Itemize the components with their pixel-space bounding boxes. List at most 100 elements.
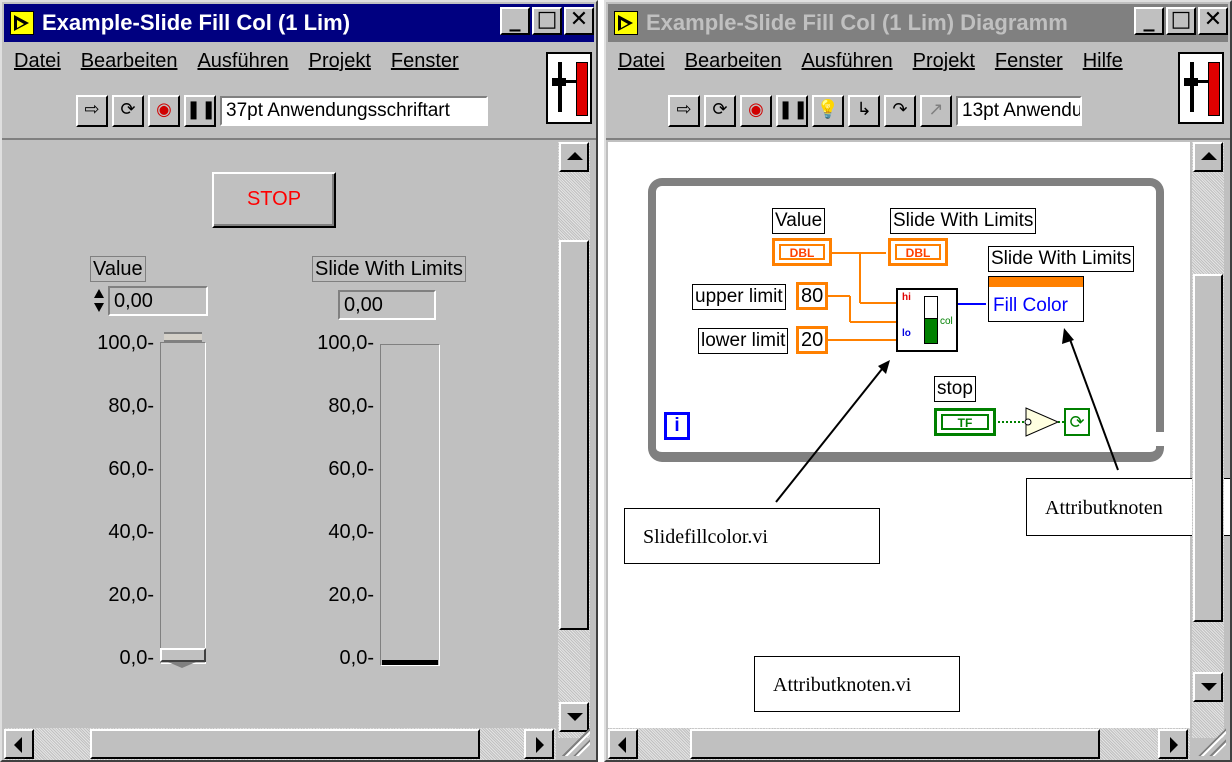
horizontal-scroll-thumb[interactable] xyxy=(690,729,1100,759)
slidefillcolor-subvi-icon[interactable]: hi lo col xyxy=(896,288,958,352)
highlight-execution-icon[interactable]: 💡 xyxy=(812,95,844,127)
vertical-scroll-thumb[interactable] xyxy=(559,240,589,630)
callout-slidefillcolor: Slidefillcolor.vi xyxy=(624,508,880,564)
step-over-icon[interactable]: ↷ xyxy=(884,95,916,127)
labview-vi-icon[interactable] xyxy=(10,11,34,35)
window-title: Example-Slide Fill Col (1 Lim) Diagramm xyxy=(646,10,1068,35)
menu-projekt[interactable]: Projekt xyxy=(913,50,975,84)
property-node[interactable]: Fill Color xyxy=(988,276,1084,322)
menu-bar: Datei Bearbeiten Ausführen Projekt Fenst… xyxy=(608,50,1133,84)
scale-tick: 40,0- xyxy=(108,521,154,543)
menu-ausfuehren[interactable]: Ausführen xyxy=(197,50,288,84)
step-into-icon[interactable]: ↳ xyxy=(848,95,880,127)
scroll-left-icon[interactable] xyxy=(608,729,638,759)
fill-color-property[interactable]: Fill Color xyxy=(993,295,1068,317)
front-panel-window: Example-Slide Fill Col (1 Lim) _ □ ✕ Dat… xyxy=(0,0,598,762)
scale-tick: 0,0- xyxy=(119,647,154,669)
scroll-right-icon[interactable] xyxy=(1158,729,1188,759)
pause-icon[interactable]: ❚❚ xyxy=(776,95,808,127)
maximize-button[interactable]: □ xyxy=(1166,7,1196,35)
scroll-right-icon[interactable] xyxy=(524,729,554,759)
value-label: Value xyxy=(90,256,146,282)
scroll-up-icon[interactable] xyxy=(1193,142,1223,172)
slide-indicator-track xyxy=(380,344,440,666)
upper-limit-label: upper limit xyxy=(692,284,786,310)
scroll-down-icon[interactable] xyxy=(1193,672,1223,702)
resize-grip-icon[interactable] xyxy=(562,728,590,756)
resize-grip-icon[interactable] xyxy=(1198,728,1226,756)
slide-upper-arrow[interactable] xyxy=(164,332,202,342)
step-out-icon[interactable]: ↗ xyxy=(920,95,952,127)
value-input[interactable]: 0,00 xyxy=(108,286,208,316)
menu-bar: Datei Bearbeiten Ausführen Projekt Fenst… xyxy=(4,50,469,84)
run-arrow-icon[interactable]: ⇨ xyxy=(668,95,700,127)
scale-tick: 0,0- xyxy=(339,647,374,669)
lower-limit-constant[interactable]: 20 xyxy=(796,326,829,354)
close-button[interactable]: ✕ xyxy=(1198,7,1228,35)
minimize-button[interactable]: _ xyxy=(500,7,530,35)
menu-hilfe[interactable]: Hilfe xyxy=(1083,50,1123,84)
value-slide-track[interactable] xyxy=(160,342,206,664)
scale-tick: 20,0- xyxy=(328,584,374,606)
property-node-label: Slide With Limits xyxy=(988,246,1135,272)
run-continuous-icon[interactable]: ⟳ xyxy=(112,95,144,127)
pause-icon[interactable]: ❚❚ xyxy=(184,95,216,127)
scroll-up-icon[interactable] xyxy=(559,142,589,172)
vertical-scroll-thumb[interactable] xyxy=(1193,274,1223,622)
vertical-scrollbar[interactable] xyxy=(1192,142,1224,738)
connector-pane-icon[interactable] xyxy=(546,52,592,124)
subvi-col-label: col xyxy=(940,316,953,327)
scale-tick: 60,0- xyxy=(328,458,374,480)
scale-tick: 60,0- xyxy=(108,458,154,480)
value-terminal-label: Value xyxy=(772,208,826,234)
font-selector[interactable]: 13pt Anwendu xyxy=(956,96,1082,126)
minimize-button[interactable]: _ xyxy=(1134,7,1164,35)
abort-stop-icon[interactable]: ◉ xyxy=(740,95,772,127)
scroll-left-icon[interactable] xyxy=(4,729,34,759)
slide-dbl-terminal[interactable]: DBL xyxy=(888,238,948,266)
scale-tick: 20,0- xyxy=(108,584,154,606)
stop-terminal-label: stop xyxy=(934,376,976,402)
scale-tick: 100,0- xyxy=(97,332,154,354)
maximize-button[interactable]: □ xyxy=(532,7,562,35)
labview-vi-icon[interactable] xyxy=(614,11,638,35)
stop-button[interactable]: STOP xyxy=(212,172,336,228)
run-arrow-icon[interactable]: ⇨ xyxy=(76,95,108,127)
font-selector[interactable]: 37pt Anwendungsschriftart xyxy=(220,96,488,126)
connector-pane-icon[interactable] xyxy=(1178,52,1224,124)
window-controls: _ □ ✕ xyxy=(1134,7,1228,35)
menu-bearbeiten[interactable]: Bearbeiten xyxy=(685,50,782,84)
loop-condition-icon[interactable]: ⟳ xyxy=(1064,408,1090,436)
menu-ausfuehren[interactable]: Ausführen xyxy=(801,50,892,84)
vertical-scrollbar[interactable] xyxy=(558,142,590,738)
window-controls: _ □ ✕ xyxy=(500,7,594,35)
callout-file-name: Attributknoten.vi xyxy=(754,656,960,712)
run-continuous-icon[interactable]: ⟳ xyxy=(704,95,736,127)
menu-projekt[interactable]: Projekt xyxy=(309,50,371,84)
menu-datei[interactable]: Datei xyxy=(14,50,61,84)
menu-bearbeiten[interactable]: Bearbeiten xyxy=(81,50,178,84)
value-dbl-terminal[interactable]: DBL xyxy=(772,238,832,266)
front-panel-area: STOP Value 0,00 Slide With Limits 0,00 1… xyxy=(4,142,556,738)
stop-boolean-terminal[interactable]: TF xyxy=(934,408,996,436)
toolbar: ⇨ ⟳ ◉ ❚❚ 37pt Anwendungsschriftart xyxy=(76,92,488,130)
horizontal-scroll-thumb[interactable] xyxy=(90,729,480,759)
slide-terminal-label: Slide With Limits xyxy=(890,208,1037,234)
close-button[interactable]: ✕ xyxy=(564,7,594,35)
menu-datei[interactable]: Datei xyxy=(618,50,665,84)
increment-stepper[interactable] xyxy=(92,286,106,316)
value-slide-thumb[interactable] xyxy=(160,648,206,662)
menu-fenster[interactable]: Fenster xyxy=(995,50,1063,84)
slide-indicator-value: 0,00 xyxy=(338,290,436,320)
slide-indicator-label: Slide With Limits xyxy=(312,256,466,282)
abort-stop-icon[interactable]: ◉ xyxy=(148,95,180,127)
horizontal-scrollbar[interactable] xyxy=(4,728,556,760)
menu-fenster[interactable]: Fenster xyxy=(391,50,459,84)
subvi-hi-label: hi xyxy=(902,292,911,303)
window-title: Example-Slide Fill Col (1 Lim) xyxy=(42,10,351,35)
upper-limit-constant[interactable]: 80 xyxy=(796,282,829,310)
horizontal-scrollbar[interactable] xyxy=(608,728,1190,760)
dbl-tag: DBL xyxy=(779,244,825,260)
scale-tick: 80,0- xyxy=(328,395,374,417)
toolbar: ⇨ ⟳ ◉ ❚❚ 💡 ↳ ↷ ↗ 13pt Anwendu xyxy=(668,92,1082,130)
